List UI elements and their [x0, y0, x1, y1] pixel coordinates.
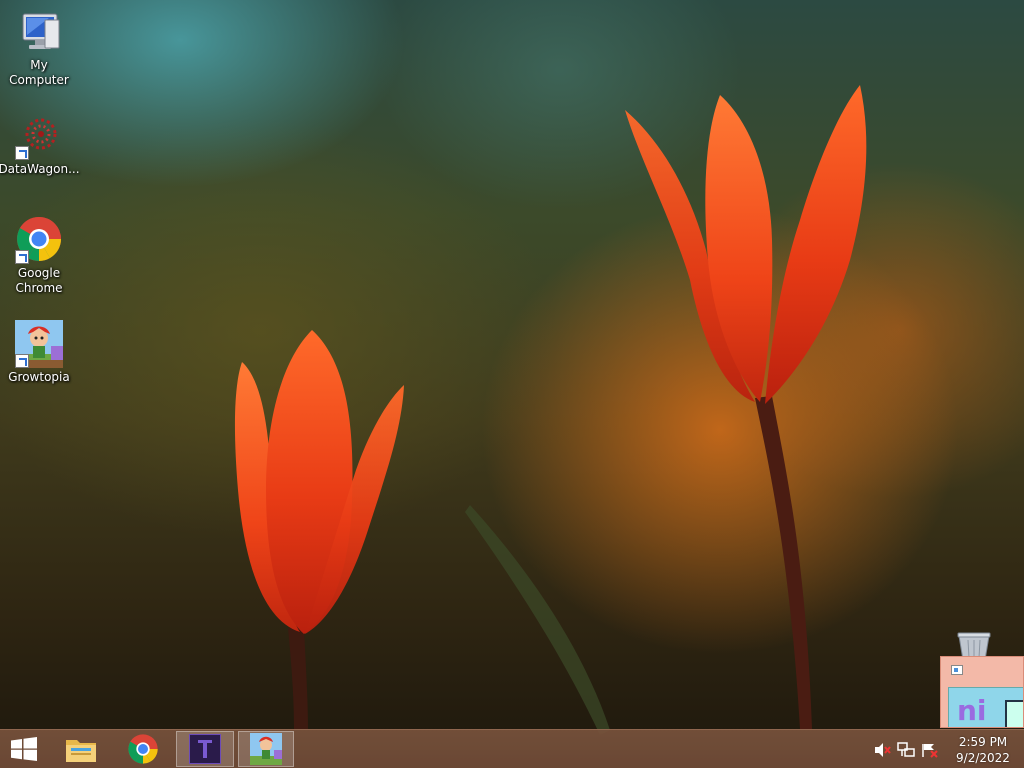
preview-graphic — [1005, 700, 1023, 727]
desktop-icon-datawagon[interactable]: DataWagon... — [0, 112, 80, 177]
desktop-icon-google-chrome[interactable]: Google Chrome — [0, 216, 78, 296]
shortcut-arrow-icon — [15, 146, 29, 160]
system-tray: 2:59 PM 9/2/2022 — [870, 730, 1024, 769]
computer-icon — [15, 8, 63, 56]
preview-text: ni — [957, 694, 987, 727]
speaker-muted-icon[interactable] — [873, 742, 891, 758]
shortcut-arrow-icon — [15, 354, 29, 368]
taskbar-file-explorer[interactable] — [52, 731, 110, 767]
growtopia-icon — [15, 320, 63, 368]
windows-start-icon — [11, 737, 37, 761]
tulip-wallpaper — [234, 85, 867, 735]
file-explorer-icon — [66, 740, 96, 762]
desktop-icon-label: Growtopia — [8, 370, 70, 384]
window-icon — [951, 665, 963, 675]
desktop-icon-growtopia[interactable]: Growtopia — [0, 320, 78, 385]
taskbar-purple-app[interactable] — [176, 731, 234, 767]
chrome-icon — [15, 216, 63, 264]
purple-app-icon — [189, 734, 221, 764]
taskbar-growtopia[interactable] — [238, 731, 294, 767]
desktop: My Computer DataWagon... Google Chrome G… — [0, 0, 1024, 768]
desktop-icon-label: My Computer — [9, 58, 69, 87]
growtopia-icon — [250, 733, 282, 765]
chrome-icon — [128, 734, 158, 764]
taskbar: 2:59 PM 9/2/2022 — [0, 729, 1024, 768]
start-button[interactable] — [0, 731, 48, 767]
datawagon-icon — [15, 112, 63, 160]
clock[interactable]: 2:59 PM 9/2/2022 — [942, 734, 1024, 766]
clock-date: 9/2/2022 — [956, 750, 1010, 765]
action-center-icon[interactable] — [921, 742, 939, 758]
window-thumbnail[interactable]: ni — [940, 656, 1024, 728]
network-icon[interactable] — [897, 741, 915, 758]
window-preview: ni — [948, 687, 1023, 727]
taskbar-google-chrome[interactable] — [114, 731, 172, 767]
shortcut-arrow-icon — [15, 250, 29, 264]
clock-time: 2:59 PM — [958, 734, 1008, 749]
desktop-icon-my-computer[interactable]: My Computer — [0, 8, 78, 88]
desktop-icon-label: Google Chrome — [15, 266, 63, 295]
desktop-icon-label: DataWagon... — [0, 162, 80, 176]
